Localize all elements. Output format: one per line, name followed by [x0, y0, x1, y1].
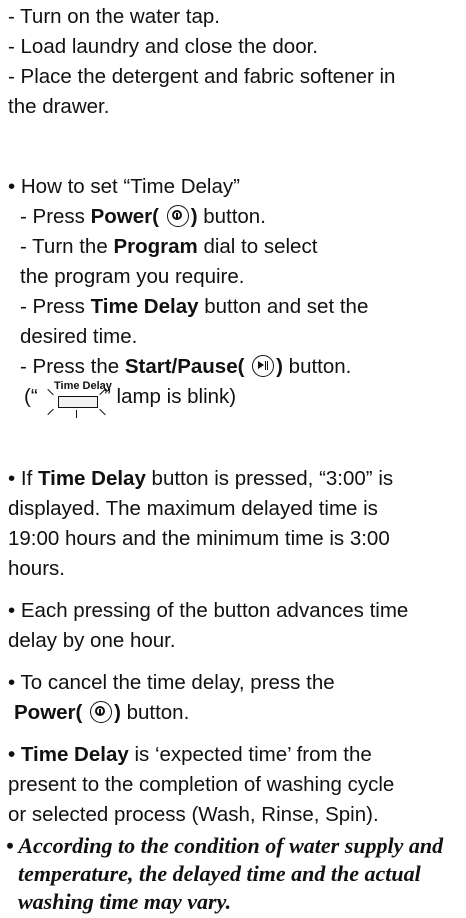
note-text: is ‘expected time’ from the [128, 743, 372, 766]
howto-step-power: - Press Power( ) button. [20, 202, 266, 232]
note-max-delay: displayed. The maximum delayed time is [8, 497, 378, 520]
time-delay-label: • Time Delay [8, 743, 129, 766]
note-each-press-cont: delay by one hour. [8, 629, 176, 652]
note-expected-time-cont2: or selected process (Wash, Rinse, Spin). [8, 803, 379, 826]
start-pause-label: Start/Pause( [124, 355, 245, 378]
step-text: - Press [20, 295, 91, 318]
intro-step-load: - Load laundry and close the door. [8, 35, 318, 58]
howto-heading: • How to set “Time Delay” [8, 175, 240, 198]
lamp-ray [47, 388, 54, 396]
note-text: button. [120, 701, 190, 724]
note-each-press: • Each pressing of the button advances t… [8, 599, 409, 622]
intro-step-detergent-cont: the drawer. [8, 95, 110, 118]
caution-note-cont2: washing time may vary. [18, 889, 232, 914]
note-hours: hours. [8, 557, 65, 580]
step-text: - Press [20, 205, 91, 228]
step-text: - Turn the [20, 235, 114, 258]
power-button-label: Power( [90, 205, 159, 228]
start-pause-icon [252, 355, 275, 377]
lamp-rect [58, 396, 98, 408]
howto-step-time-delay: - Press Time Delay button and set the [20, 292, 368, 322]
manual-page: - Turn on the water tap. - Load laundry … [0, 0, 466, 914]
time-delay-label: Time Delay [37, 467, 146, 490]
step-text: - Press the [20, 355, 125, 378]
howto-step-time-delay-cont: desired time. [20, 325, 138, 348]
lamp-ray [47, 408, 54, 416]
power-icon [166, 205, 189, 227]
howto-step-start: - Press the Start/Pause( ) button. [20, 352, 351, 382]
note-text: • If [8, 467, 38, 490]
step-text: button and set the [198, 295, 369, 318]
power-button-label-close: ) [190, 205, 198, 228]
note-expected-time: • Time Delay is ‘expected time’ from the [8, 740, 372, 770]
power-button-label: Power( [14, 701, 83, 724]
note-text: button is pressed, “3:00” is [145, 467, 394, 490]
power-button-label-close: ) [114, 701, 121, 724]
program-dial-label: Program [113, 235, 198, 258]
intro-step-water: - Turn on the water tap. [8, 5, 220, 28]
time-delay-label: Time Delay [90, 295, 199, 318]
note-cancel: • To cancel the time delay, press the [8, 671, 335, 694]
start-pause-label-close: ) [276, 355, 283, 378]
intro-step-detergent: - Place the detergent and fabric softene… [8, 65, 396, 88]
lamp-close-text: ” lamp is blink) [104, 385, 237, 408]
note-min-delay: 19:00 hours and the minimum time is 3:00 [8, 527, 390, 550]
howto-step-program: - Turn the Program dial to select [20, 232, 317, 262]
time-delay-lamp-icon: Time Delay [20, 380, 112, 430]
step-text: button. [197, 205, 266, 228]
power-icon [90, 701, 113, 723]
lamp-ray [76, 410, 78, 418]
note-cancel-power: Power( ) button. [14, 698, 189, 728]
step-text: button. [282, 355, 352, 378]
note-time-delay-pressed: • If Time Delay button is pressed, “3:00… [8, 464, 393, 494]
note-expected-time-cont: present to the completion of washing cyc… [8, 773, 395, 796]
step-text: dial to select [197, 235, 318, 258]
howto-step-program-cont: the program you require. [20, 265, 245, 288]
